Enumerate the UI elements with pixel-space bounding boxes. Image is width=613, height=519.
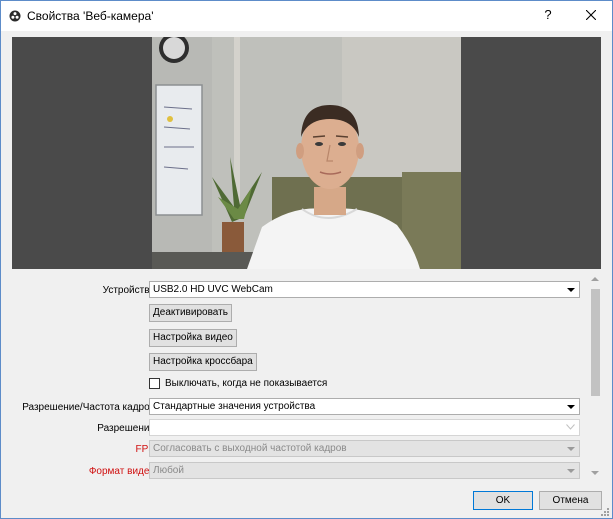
help-icon[interactable]: ? xyxy=(539,6,557,24)
ok-button[interactable]: OK xyxy=(473,491,533,510)
close-icon xyxy=(586,10,596,20)
cancel-button[interactable]: Отмена xyxy=(539,491,602,510)
deactivate-when-hidden-checkbox[interactable] xyxy=(149,378,160,389)
fps-value: Согласовать с выходной частотой кадров xyxy=(153,443,347,454)
obs-app-icon xyxy=(9,10,21,22)
webcam-image xyxy=(152,37,461,269)
webcam-preview xyxy=(12,37,601,269)
video-format-dropdown: Любой xyxy=(149,462,580,479)
device-value: USB2.0 HD UVC WebCam xyxy=(153,284,273,295)
video-config-button[interactable]: Настройка видео xyxy=(149,329,237,347)
deactivate-when-hidden-label: Выключать, когда не показывается xyxy=(165,378,328,389)
deactivate-button[interactable]: Деактивировать xyxy=(149,304,232,322)
scroll-thumb[interactable] xyxy=(591,289,600,396)
properties-dialog: Свойства 'Веб-камера' ? Устройство USB2.… xyxy=(0,0,613,519)
res-fps-type-dropdown[interactable]: Стандартные значения устройства xyxy=(149,398,580,415)
res-fps-type-label: Разрешение/Частота кадров xyxy=(22,402,155,413)
resolution-combobox xyxy=(149,419,580,436)
crossbar-config-button[interactable]: Настройка кроссбара xyxy=(149,353,257,371)
video-format-value: Любой xyxy=(153,465,184,476)
dropdown-arrow-icon xyxy=(567,288,575,292)
properties-scrollbar[interactable] xyxy=(587,269,603,483)
device-dropdown[interactable]: USB2.0 HD UVC WebCam xyxy=(149,281,580,298)
properties-panel: Устройство USB2.0 HD UVC WebCam Деактиви… xyxy=(12,269,587,483)
dropdown-arrow-icon xyxy=(567,469,575,473)
resolution-label: Разрешение xyxy=(97,423,155,434)
resize-grip-icon[interactable] xyxy=(601,508,610,517)
res-fps-type-value: Стандартные значения устройства xyxy=(153,401,316,412)
chevron-down-icon xyxy=(566,424,575,430)
dropdown-arrow-icon xyxy=(567,447,575,451)
window-title: Свойства 'Веб-камера' xyxy=(27,9,154,23)
video-format-label: Формат видео xyxy=(88,466,155,477)
device-label: Устройство xyxy=(102,285,155,296)
close-button[interactable] xyxy=(576,4,606,26)
dropdown-arrow-icon xyxy=(567,405,575,409)
fps-dropdown: Согласовать с выходной частотой кадров xyxy=(149,440,580,457)
scroll-up-icon[interactable] xyxy=(591,277,599,281)
scroll-down-icon[interactable] xyxy=(591,471,599,475)
title-bar: Свойства 'Веб-камера' ? xyxy=(1,1,612,31)
